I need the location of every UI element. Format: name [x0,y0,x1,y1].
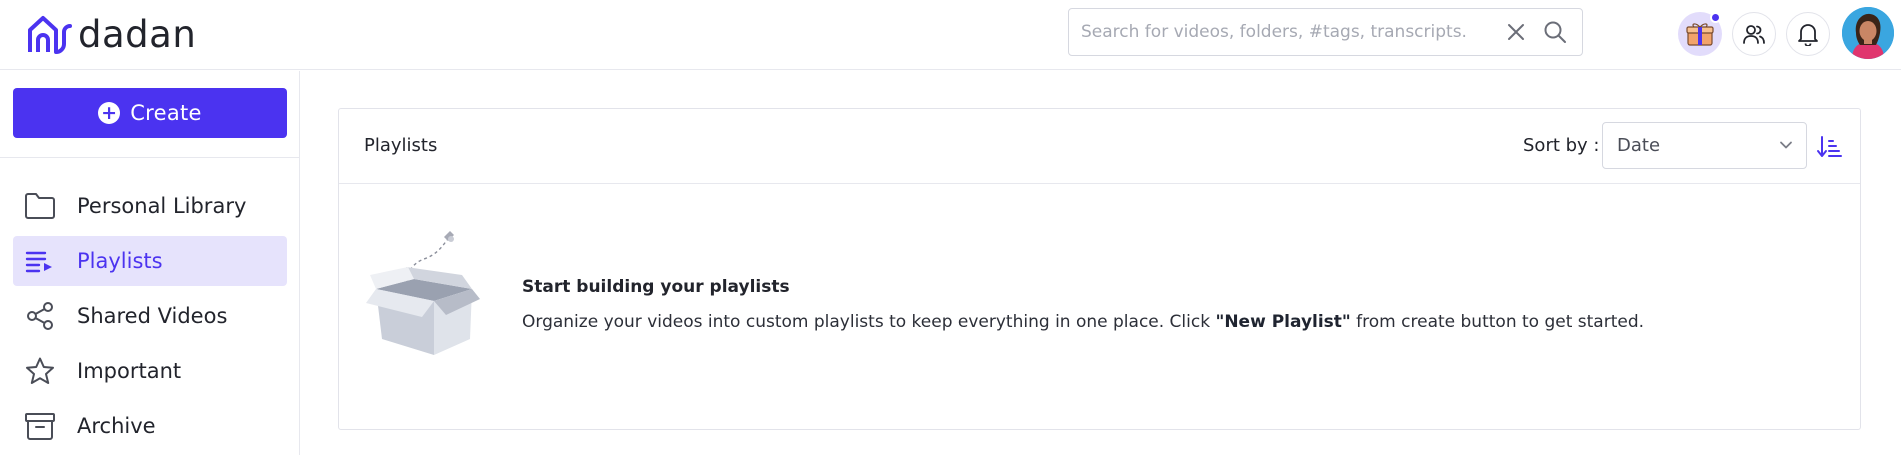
create-button-label: Create [130,101,202,125]
sidebar-nav: Personal Library Playlists Shared Videos… [13,181,287,456]
sidebar-item-archive[interactable]: Archive [13,401,287,451]
empty-desc-text-end: from create button to get started. [1350,312,1645,332]
gift-icon [1686,23,1714,46]
brand-name: dadan [78,12,197,56]
plus-icon: + [98,102,121,124]
gift-button[interactable] [1678,12,1722,56]
sidebar-item-label: Personal Library [77,194,247,218]
folder-icon [23,189,57,223]
star-icon [23,354,57,388]
empty-desc-text: Organize your videos into custom playlis… [522,312,1216,332]
search-icon[interactable] [1540,17,1570,47]
dadan-logo-icon [28,16,72,54]
top-header: dadan [0,0,1901,70]
sidebar-item-label: Shared Videos [77,304,228,328]
team-button[interactable] [1732,12,1776,56]
chevron-down-icon [1778,137,1794,158]
bell-icon [1798,24,1818,46]
sort-select-value: Date [1617,135,1661,156]
share-icon [23,299,57,333]
card-header: Playlists Sort by : Date [339,109,1860,184]
playlists-card: Playlists Sort by : Date Start building … [338,108,1861,430]
sort-label: Sort by : [1523,135,1600,156]
empty-box-illustration [366,231,480,355]
user-avatar-icon [1842,7,1894,59]
archive-icon [23,409,57,443]
search-input[interactable] [1069,9,1502,55]
sidebar-divider [0,157,299,158]
empty-state-title: Start building your playlists [522,277,790,297]
brand-logo[interactable]: dadan [24,12,196,56]
sidebar-item-label: Playlists [77,249,163,273]
sidebar: + Create Personal Library Playlists Shar… [0,71,300,455]
playlist-icon [23,244,57,278]
avatar[interactable] [1842,7,1894,59]
sort-order-icon[interactable] [1816,134,1842,160]
sidebar-item-label: Archive [77,414,156,438]
sidebar-item-label: Important [77,359,182,383]
sort-select[interactable]: Date [1602,122,1807,169]
users-icon [1743,25,1765,44]
empty-state-description: Organize your videos into custom playlis… [522,312,1644,332]
sidebar-item-personal-library[interactable]: Personal Library [13,181,287,231]
sidebar-item-playlists[interactable]: Playlists [13,236,287,286]
search-box [1068,8,1583,56]
page-title: Playlists [364,135,438,156]
close-icon[interactable] [1502,18,1530,46]
notifications-button[interactable] [1786,12,1830,56]
create-button[interactable]: + Create [13,88,287,138]
sidebar-item-important[interactable]: Important [13,346,287,396]
notification-dot [1710,12,1721,23]
new-playlist-emphasis: "New Playlist" [1215,312,1351,332]
sidebar-item-shared-videos[interactable]: Shared Videos [13,291,287,341]
